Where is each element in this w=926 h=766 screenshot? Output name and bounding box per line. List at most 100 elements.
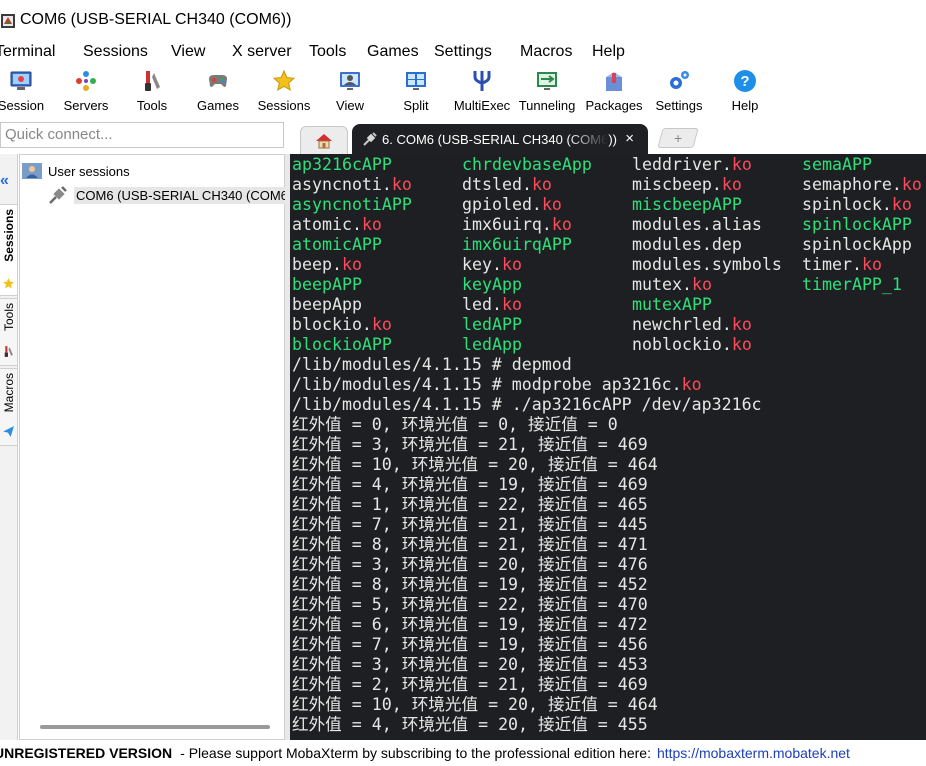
games-button[interactable]: Games: [194, 64, 242, 118]
plus-icon: +: [673, 130, 683, 146]
menu-view[interactable]: View: [171, 43, 205, 61]
file-entry: semaphore.ko: [802, 175, 922, 194]
file-entry: timer.ko: [802, 255, 882, 274]
new-tab-button[interactable]: +: [657, 128, 699, 148]
menu-settings[interactable]: Settings: [434, 43, 492, 61]
file-entry: leddriver.ko: [632, 155, 752, 174]
monitor-icon: [8, 68, 34, 94]
side-tab-macros-label: Macros: [2, 373, 16, 413]
horizontal-scrollbar[interactable]: [40, 725, 270, 729]
toolbar: Session Servers Tools Games Sessions Vie…: [0, 64, 926, 118]
file-entry: atomicAPP: [292, 235, 382, 254]
sensor-reading-line: 红外值 = 3, 环境光值 = 21, 接近值 = 469: [292, 435, 648, 454]
file-entry: ledAPP: [462, 315, 522, 334]
split-button[interactable]: Split: [398, 64, 434, 118]
packages-button[interactable]: Packages: [585, 64, 643, 118]
sessions-panel: User sessions COM6 (USB-SERIAL CH340 (CO…: [19, 154, 299, 740]
tools-button-label: Tools: [136, 98, 168, 113]
settings-button[interactable]: Settings: [654, 64, 704, 118]
file-entry: ap3216cAPP: [292, 155, 392, 174]
file-entry: asyncnotiAPP: [292, 195, 412, 214]
tools-button[interactable]: Tools: [130, 64, 174, 118]
servers-button[interactable]: Servers: [60, 64, 112, 118]
tree-user-sessions[interactable]: User sessions: [22, 163, 130, 179]
sensor-reading-line: 红外值 = 10, 环境光值 = 20, 接近值 = 464: [292, 455, 658, 474]
view-icon: [337, 68, 363, 94]
side-tab-macros[interactable]: Macros: [0, 368, 18, 446]
command-line: /lib/modules/4.1.15 # ./ap3216cAPP /dev/…: [292, 395, 762, 414]
file-entry: miscbeep.ko: [632, 175, 742, 194]
title-bar: COM6 (USB-SERIAL CH340 (COM6)): [0, 0, 926, 42]
unregistered-label: UNREGISTERED VERSION: [0, 745, 173, 761]
file-entry: key.ko: [462, 255, 522, 274]
tunneling-button[interactable]: Tunneling: [518, 64, 576, 118]
star-icon: [3, 278, 14, 289]
quick-connect-input[interactable]: Quick connect...: [0, 122, 284, 148]
file-entry: noblockio.ko: [632, 335, 752, 354]
collapse-panel-icon[interactable]: «: [0, 172, 9, 190]
file-entry: ledApp: [462, 335, 522, 354]
tunnel-icon: [534, 68, 560, 94]
menu-tools[interactable]: Tools: [309, 43, 346, 61]
help-button[interactable]: ? Help: [728, 64, 762, 118]
package-icon: [601, 68, 627, 94]
gears-icon: [666, 68, 692, 94]
file-entry: led.ko: [462, 295, 522, 314]
file-entry: mutex.ko: [632, 275, 712, 294]
terminal-output[interactable]: ap3216cAPP chrdevbaseApp leddriver.ko semaA…: [290, 154, 926, 740]
side-tab-tools[interactable]: Tools: [0, 298, 18, 366]
menu-sessions[interactable]: Sessions: [83, 43, 148, 61]
view-button[interactable]: View: [330, 64, 370, 118]
sensor-reading-line: 红外值 = 3, 环境光值 = 20, 接近值 = 453: [292, 655, 648, 674]
sensor-reading-line: 红外值 = 10, 环境光值 = 20, 接近值 = 464: [292, 695, 658, 714]
tab-close-button[interactable]: ×: [625, 130, 634, 147]
file-entry: beepApp: [292, 295, 362, 314]
multiexec-button-label: MultiExec: [453, 98, 511, 113]
file-entry: chrdevbaseApp: [462, 155, 592, 174]
side-tab-tools-label: Tools: [2, 303, 16, 332]
menu-macros[interactable]: Macros: [520, 43, 572, 61]
command-line: /lib/modules/4.1.15 # depmod: [292, 355, 572, 374]
file-entry: beep.ko: [292, 255, 362, 274]
session-button-label: Session: [0, 98, 45, 113]
tree-item-com6[interactable]: COM6 (USB-SERIAL CH340 (COM6)): [48, 185, 299, 205]
file-entry: timerAPP_1: [802, 275, 902, 294]
file-entry: blockio.ko: [292, 315, 392, 334]
status-bar: UNREGISTERED VERSION - Please support Mo…: [0, 740, 926, 766]
session-button[interactable]: Session: [0, 64, 44, 118]
sensor-reading-line: 红外值 = 2, 环境光值 = 21, 接近值 = 469: [292, 675, 648, 694]
sensor-reading-line: 红外值 = 4, 环境光值 = 19, 接近值 = 469: [292, 475, 648, 494]
tab-strip: 6. COM6 (USB-SERIAL CH340 (COM6)) × +: [294, 120, 926, 154]
menu-help[interactable]: Help: [592, 43, 625, 61]
sessions-button[interactable]: Sessions: [256, 64, 312, 118]
menu-terminal[interactable]: Terminal: [0, 43, 55, 61]
gamepad-icon: [205, 68, 231, 94]
file-entry: modules.symbols: [632, 255, 782, 274]
fork-icon: [469, 68, 495, 94]
tab-home[interactable]: [300, 126, 348, 154]
svg-text:?: ?: [740, 73, 749, 90]
file-entry: modules.dep: [632, 235, 742, 254]
multiexec-button[interactable]: MultiExec: [454, 64, 510, 118]
subscribe-link[interactable]: https://mobaxterm.mobatek.net: [657, 745, 850, 761]
file-entry: spinlockApp: [802, 235, 912, 254]
side-tab-strip: « Sessions Tools Macros: [0, 154, 18, 740]
file-entry: atomic.ko: [292, 215, 382, 234]
menu-games[interactable]: Games: [367, 43, 419, 61]
file-entry: newchrled.ko: [632, 315, 752, 334]
tab-com6[interactable]: 6. COM6 (USB-SERIAL CH340 (COM6)) ×: [352, 124, 648, 154]
side-tab-sessions[interactable]: Sessions: [0, 204, 18, 296]
file-entry: spinlockAPP: [802, 215, 912, 234]
tools-icon: [139, 68, 165, 94]
sensor-reading-line: 红外值 = 4, 环境光值 = 20, 接近值 = 455: [292, 715, 648, 734]
menu-x-server[interactable]: X server: [232, 43, 292, 61]
sensor-reading-line: 红外值 = 5, 环境光值 = 22, 接近值 = 470: [292, 595, 648, 614]
command-line: /lib/modules/4.1.15 # modprobe ap3216c.k…: [292, 375, 702, 394]
quick-connect-row: Quick connect... 6. COM6 (USB-SERIAL CH3…: [0, 120, 926, 154]
sensor-reading-line: 红外值 = 7, 环境光值 = 21, 接近值 = 445: [292, 515, 648, 534]
split-icon: [403, 68, 429, 94]
serial-plug-icon: [49, 186, 67, 204]
paper-plane-icon: [3, 426, 14, 437]
file-entry: mutexAPP: [632, 295, 712, 314]
file-entry: asyncnoti.ko: [292, 175, 412, 194]
